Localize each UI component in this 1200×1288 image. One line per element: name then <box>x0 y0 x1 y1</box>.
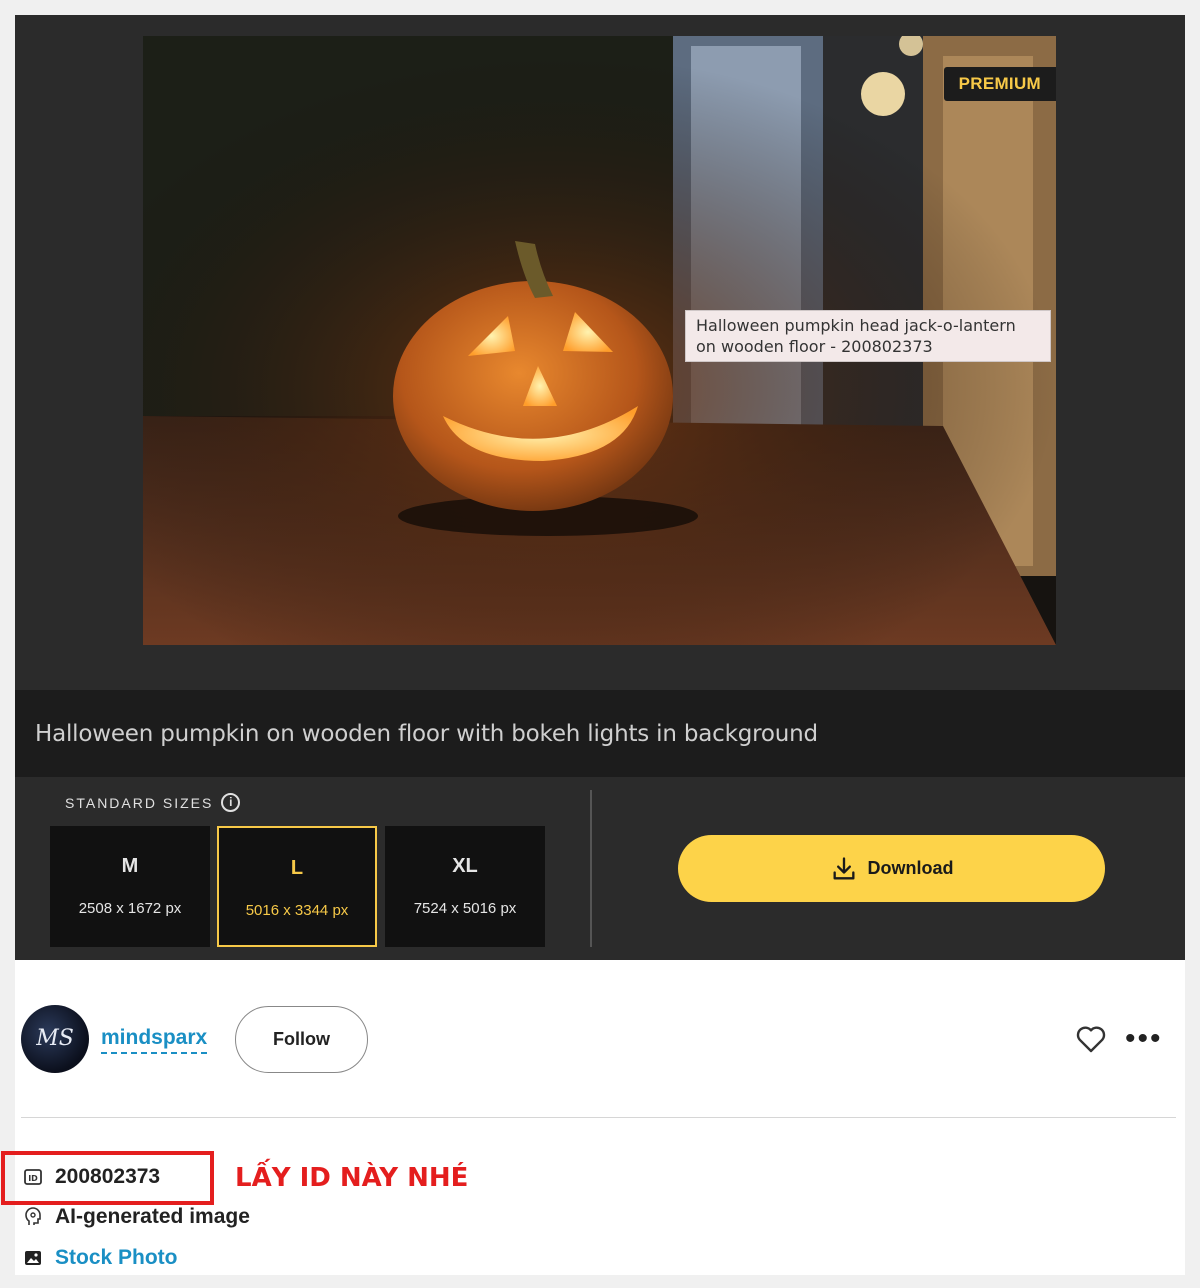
more-options-icon[interactable]: ••• <box>1125 1024 1163 1054</box>
sizes-panel: STANDARD SIZES i M 2508 x 1672 px L 5016… <box>15 777 1185 960</box>
size-label: L <box>290 857 304 879</box>
image-icon <box>25 1251 41 1265</box>
image-tooltip: Halloween pumpkin head jack-o-lantern on… <box>685 310 1051 362</box>
caption-bar: Halloween pumpkin on wooden floor with b… <box>15 690 1185 777</box>
annotation-text: LẤY ID NÀY NHÉ <box>235 1163 469 1193</box>
premium-badge: PREMIUM <box>943 67 1056 101</box>
avatar[interactable]: MS <box>21 1005 89 1073</box>
info-area: MS mindsparx Follow ••• ID 200802373 LẤY… <box>1 960 1185 1275</box>
heart-icon[interactable] <box>1075 1024 1107 1054</box>
image-id-row: ID 200802373 <box>23 1165 160 1189</box>
author-link[interactable]: mindsparx <box>101 1026 208 1054</box>
size-label: M <box>121 855 139 877</box>
stock-photo-link[interactable]: Stock Photo <box>55 1246 178 1270</box>
size-dimensions: 5016 x 3344 px <box>245 902 349 919</box>
size-option-m[interactable]: M 2508 x 1672 px <box>50 826 210 947</box>
divider <box>590 790 592 947</box>
image-viewer: PREMIUM Halloween pumpkin head jack-o-la… <box>15 15 1185 690</box>
divider <box>21 1117 1176 1118</box>
size-label: XL <box>452 855 478 877</box>
size-dimensions: 7524 x 5016 px <box>413 900 517 917</box>
follow-button[interactable]: Follow <box>235 1006 368 1073</box>
stock-photo[interactable]: PREMIUM Halloween pumpkin head jack-o-la… <box>143 36 1056 645</box>
ai-label: AI-generated image <box>55 1205 250 1228</box>
download-icon <box>833 856 854 879</box>
sizes-title: STANDARD SIZES i <box>65 793 241 812</box>
id-icon: ID <box>24 1169 42 1185</box>
size-dimensions: 2508 x 1672 px <box>78 900 182 917</box>
download-button[interactable]: Download <box>678 835 1105 902</box>
type-row: Stock Photo <box>23 1246 178 1270</box>
size-option-l[interactable]: L 5016 x 3344 px <box>217 826 377 947</box>
image-id: 200802373 <box>55 1165 161 1188</box>
ai-head-icon <box>25 1207 41 1225</box>
sizes-title-label: STANDARD SIZES <box>65 794 214 811</box>
svg-text:ID: ID <box>28 1174 38 1183</box>
size-option-xl[interactable]: XL 7524 x 5016 px <box>385 826 545 947</box>
ai-row: AI-generated image <box>23 1205 250 1229</box>
info-icon[interactable]: i <box>221 793 241 812</box>
download-label: Download <box>867 858 954 878</box>
image-caption: Halloween pumpkin on wooden floor with b… <box>35 721 818 747</box>
